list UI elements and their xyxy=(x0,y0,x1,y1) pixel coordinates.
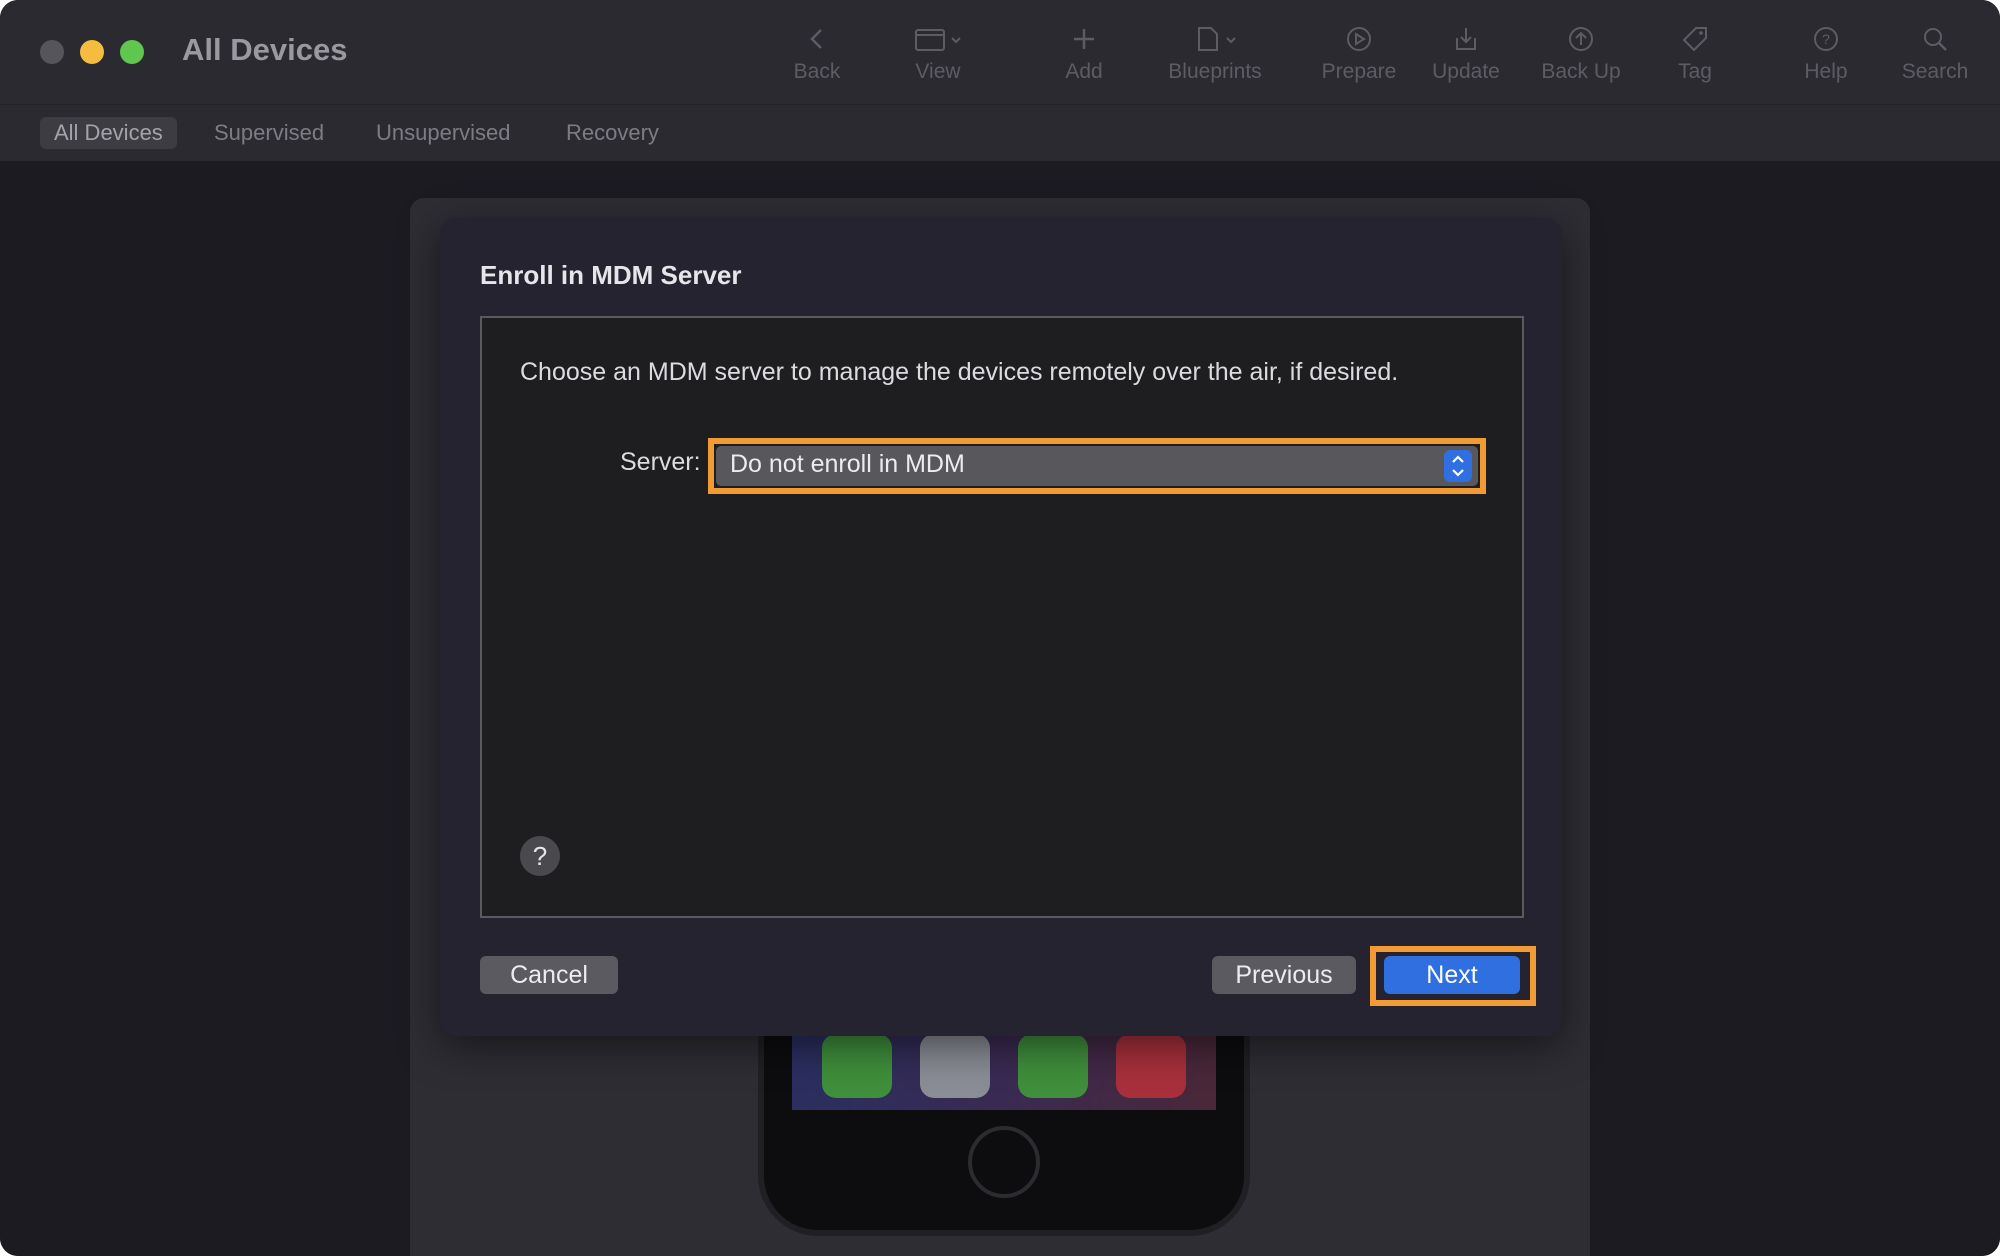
filter-recovery[interactable]: Recovery xyxy=(552,117,673,149)
previous-button[interactable]: Previous xyxy=(1212,956,1356,994)
server-select[interactable]: Do not enroll in MDM xyxy=(716,446,1478,486)
maximize-window-button[interactable] xyxy=(120,40,144,64)
toolbar-blueprints-button[interactable]: Blueprints xyxy=(1158,20,1272,100)
select-stepper-icon xyxy=(1444,450,1472,482)
minimize-window-button[interactable] xyxy=(80,40,104,64)
next-button[interactable]: Next xyxy=(1384,956,1520,994)
update-icon xyxy=(1456,28,1476,50)
window-title: All Devices xyxy=(182,32,348,67)
toolbar-search-button[interactable]: Search xyxy=(1892,20,1978,100)
svg-text:?: ? xyxy=(1822,31,1830,47)
chevron-left-icon xyxy=(810,29,822,49)
toolbar-tag-button[interactable]: Tag xyxy=(1666,20,1724,100)
search-icon xyxy=(1924,28,1947,51)
server-select-value: Do not enroll in MDM xyxy=(730,450,965,478)
dialog-title: Enroll in MDM Server xyxy=(480,260,742,290)
toolbar-prepare-button[interactable]: Prepare xyxy=(1312,20,1406,100)
filter-bar: All Devices Supervised Unsupervised Reco… xyxy=(0,104,2000,162)
blueprints-icon xyxy=(1198,27,1236,51)
enroll-mdm-dialog: Enroll in MDM Server Choose an MDM serve… xyxy=(440,218,1562,1036)
messages-app-icon xyxy=(1018,1034,1088,1098)
home-button xyxy=(968,1126,1040,1198)
toolbar-backup-button[interactable]: Back Up xyxy=(1532,20,1630,100)
backup-icon xyxy=(1569,27,1593,51)
filter-supervised[interactable]: Supervised xyxy=(200,117,338,149)
server-label: Server: xyxy=(620,448,701,476)
safari-app-icon xyxy=(920,1034,990,1098)
plus-icon xyxy=(1074,29,1094,49)
help-icon: ? xyxy=(1814,27,1838,51)
prepare-icon xyxy=(1347,27,1371,51)
close-window-button[interactable] xyxy=(40,40,64,64)
cancel-button[interactable]: Cancel xyxy=(480,956,618,994)
phone-app-icon xyxy=(822,1034,892,1098)
dialog-panel: Choose an MDM server to manage the devic… xyxy=(480,316,1524,918)
toolbar-view-button[interactable]: View xyxy=(896,20,980,100)
music-app-icon xyxy=(1116,1034,1186,1098)
tag-icon xyxy=(1682,27,1707,52)
filter-unsupervised[interactable]: Unsupervised xyxy=(362,117,525,149)
title-bar: All Devices Back View Add Blueprints Pre… xyxy=(0,0,2000,104)
toolbar-back-button[interactable]: Back xyxy=(780,20,854,100)
toolbar-help-button[interactable]: ? Help xyxy=(1794,20,1858,100)
window-view-icon xyxy=(915,29,961,51)
dialog-description: Choose an MDM server to manage the devic… xyxy=(520,358,1399,386)
filter-all-devices[interactable]: All Devices xyxy=(40,117,177,149)
toolbar-update-button[interactable]: Update xyxy=(1424,20,1508,100)
help-button[interactable]: ? xyxy=(520,836,560,876)
toolbar-add-button[interactable]: Add xyxy=(1052,20,1116,100)
app-window: All Devices Back View Add Blueprints Pre… xyxy=(0,0,2000,1256)
